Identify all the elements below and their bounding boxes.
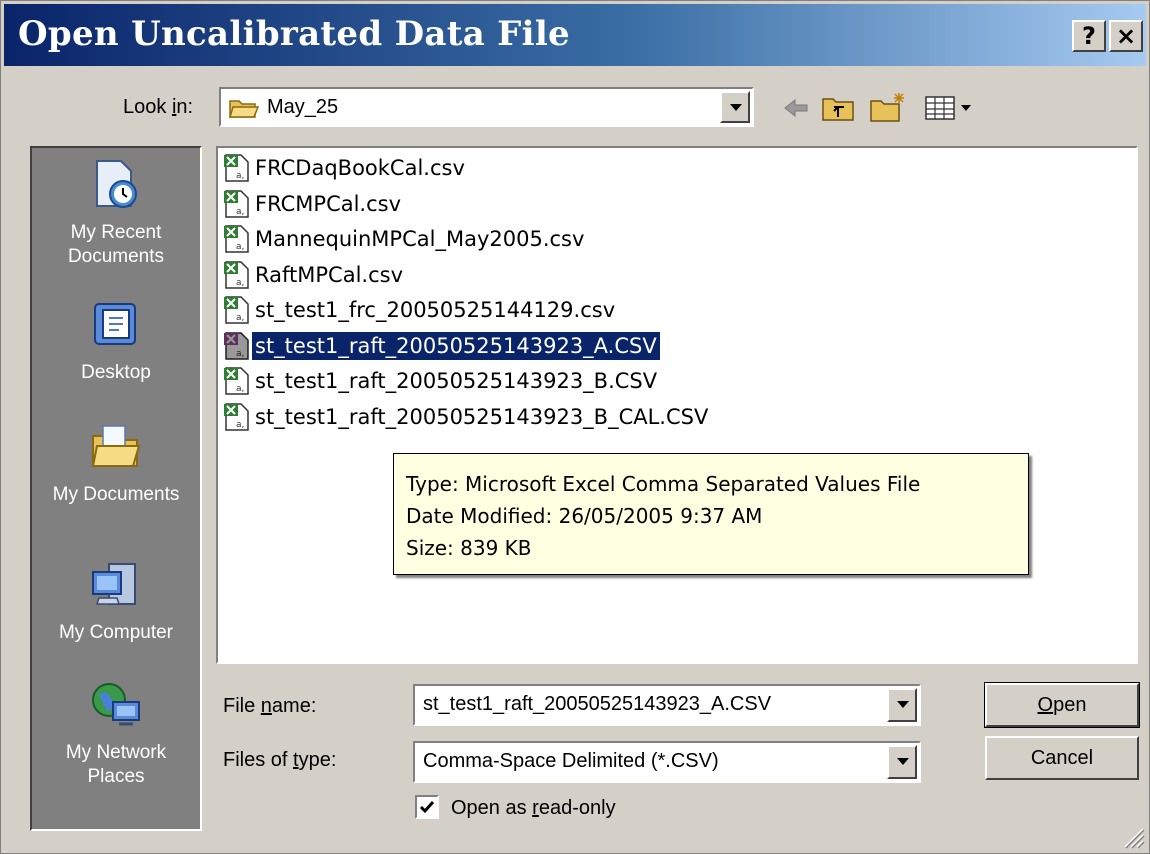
excel-csv-file-icon: a, — [224, 260, 249, 289]
excel-csv-file-icon: a, — [224, 402, 249, 431]
tooltip-type: Type: Microsoft Excel Comma Separated Va… — [406, 472, 921, 496]
my-computer-icon — [92, 563, 136, 605]
network-places-icon — [92, 683, 140, 726]
file-name-combo[interactable]: st_test1_raft_20050525143923_A.CSV — [413, 684, 921, 726]
excel-csv-file-icon: a, — [224, 189, 249, 218]
file-name-text: st_test1_raft_20050525143923_B.CSV — [255, 369, 658, 393]
read-only-checkbox[interactable] — [415, 795, 439, 819]
place-my-computer[interactable]: My Computer — [32, 558, 200, 645]
svg-text:a,: a, — [236, 420, 244, 430]
place-label-my-documents: My Documents — [52, 484, 180, 505]
desktop-icon — [94, 303, 136, 345]
file-row[interactable]: a, FRCDaqBookCal.csv — [222, 152, 468, 184]
file-name-label-prefix: File — [223, 695, 261, 717]
look-in-dropdown-button[interactable] — [720, 91, 750, 123]
file-name-text: FRCDaqBookCal.csv — [255, 156, 465, 180]
file-type-label-prefix: Files of — [223, 749, 294, 771]
excel-csv-file-icon: a, — [224, 367, 249, 395]
read-only-label-prefix: Open as — [451, 797, 533, 819]
svg-text:a,: a, — [236, 207, 244, 217]
file-name-label-accel: n — [260, 695, 272, 717]
read-only-label-accel: r — [532, 797, 539, 819]
file-row[interactable]: a, st_test1_raft_20050525143923_B.CSV — [222, 365, 660, 397]
file-name-label-suffix: ame: — [271, 695, 317, 717]
file-row[interactable]: a, st_test1_frc_20050525144129.csv — [222, 294, 618, 326]
look-in-label-suffix: n: — [176, 96, 194, 118]
excel-csv-file-icon: a, — [224, 154, 249, 182]
view-menu-icon[interactable] — [923, 91, 975, 125]
title-bar[interactable]: Open Uncalibrated Data File ? × — [4, 4, 1146, 66]
read-only-label-suffix: ead-only — [538, 797, 616, 819]
file-name-text: MannequinMPCal_May2005.csv — [255, 227, 585, 251]
file-info-tooltip: Type: Microsoft Excel Comma Separated Va… — [393, 453, 1029, 575]
folder-icon — [229, 100, 259, 118]
file-type-label: Files of type: — [223, 749, 336, 772]
open-button[interactable]: Open — [984, 682, 1140, 728]
file-name-text: st_test1_raft_20050525143923_A.CSV — [251, 330, 661, 361]
read-only-label[interactable]: Open as read-only — [451, 797, 616, 820]
file-type-value: Comma-Space Delimited (*.CSV) — [423, 750, 719, 772]
look-in-value: May_25 — [267, 96, 339, 118]
dialog-title: Open Uncalibrated Data File — [18, 14, 570, 54]
place-my-documents[interactable]: My Documents — [32, 420, 200, 507]
place-label-desktop: Desktop — [81, 362, 151, 383]
excel-csv-file-icon: a, — [224, 225, 249, 253]
file-row[interactable]: a, st_test1_raft_20050525143923_B_CAL.CSV — [222, 401, 711, 433]
svg-text:a,: a, — [236, 171, 244, 181]
file-row[interactable]: a, st_test1_raft_20050525143923_A.CSV — [222, 330, 661, 362]
tooltip-size: Size: 839 KB — [406, 536, 532, 560]
places-bar: My Recent Documents Desktop My Documents — [30, 146, 202, 831]
help-button[interactable]: ? — [1072, 20, 1106, 52]
file-name-text: st_test1_raft_20050525143923_B_CAL.CSV — [255, 404, 709, 429]
open-button-label: pen — [1053, 694, 1087, 716]
svg-text:a,: a, — [236, 384, 244, 394]
place-label-recent: My Recent Documents — [67, 222, 165, 267]
my-documents-icon — [91, 425, 141, 467]
file-name-label: File name: — [223, 695, 316, 718]
file-row[interactable]: a, MannequinMPCal_May2005.csv — [222, 223, 587, 255]
look-in-label-prefix: Look — [123, 96, 172, 118]
file-name-text: st_test1_frc_20050525144129.csv — [255, 298, 616, 322]
recent-documents-icon — [96, 160, 137, 208]
file-type-dropdown-button[interactable] — [887, 745, 917, 779]
place-recent-documents[interactable]: My Recent Documents — [32, 158, 200, 269]
file-list[interactable]: a, FRCDaqBookCal.csv a, FRCMPCal.csv a, Manne… — [216, 146, 1138, 664]
place-desktop[interactable]: Desktop — [32, 298, 200, 385]
svg-text:a,: a, — [236, 242, 244, 252]
svg-text:a,: a, — [236, 278, 244, 288]
create-new-folder-icon[interactable] — [869, 91, 909, 125]
place-network-places[interactable]: My Network Places — [32, 678, 200, 789]
file-name-text: FRCMPCal.csv — [255, 191, 402, 216]
file-type-label-suffix: ype: — [298, 749, 337, 771]
file-name-input[interactable]: st_test1_raft_20050525143923_A.CSV — [423, 693, 771, 716]
svg-text:a,: a, — [236, 349, 244, 359]
close-button[interactable]: × — [1109, 20, 1143, 52]
open-file-dialog: Open Uncalibrated Data File ? × Look in:… — [0, 0, 1150, 854]
excel-csv-file-icon: a, — [224, 296, 249, 324]
svg-text:a,: a, — [236, 313, 244, 323]
file-name-dropdown-button[interactable] — [887, 688, 917, 722]
place-label-my-computer: My Computer — [58, 622, 174, 643]
file-type-select[interactable]: Comma-Space Delimited (*.CSV) — [413, 741, 921, 783]
file-row[interactable]: a, FRCMPCal.csv — [222, 188, 404, 220]
cancel-button[interactable]: Cancel — [985, 736, 1139, 780]
resize-grip-icon[interactable] — [1119, 823, 1145, 849]
open-button-accel: O — [1037, 694, 1054, 716]
look-in-combo[interactable]: May_25 — [219, 87, 754, 127]
back-arrow-icon[interactable] — [781, 91, 811, 125]
tooltip-date: Date Modified: 26/05/2005 9:37 AM — [406, 504, 763, 528]
place-label-network: My Network Places — [65, 742, 167, 787]
look-in-label: Look in: — [123, 96, 193, 119]
file-name-text: RaftMPCal.csv — [255, 262, 403, 287]
file-row[interactable]: a, RaftMPCal.csv — [222, 259, 406, 291]
checkmark-icon — [419, 801, 435, 814]
excel-csv-file-icon: a, — [224, 331, 249, 360]
up-one-level-icon[interactable] — [821, 91, 857, 125]
